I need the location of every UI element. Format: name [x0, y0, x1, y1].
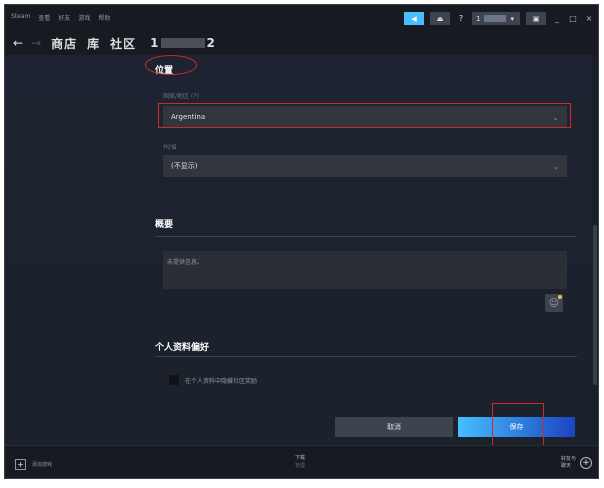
friends-label-line1: 好友与: [560, 456, 576, 462]
country-label: 国家/地区 (?): [163, 93, 199, 100]
screen-icon: ▣: [532, 14, 540, 23]
downloads-label: 下载: [295, 455, 306, 461]
nav-store[interactable]: 商店: [51, 35, 77, 52]
menu-item-steam[interactable]: Steam: [11, 13, 30, 22]
emoji-button[interactable]: ☺: [545, 294, 563, 312]
state-label: 州/省: [163, 144, 178, 151]
summary-divider: [155, 236, 577, 237]
username-suffix: 2: [206, 36, 215, 50]
downloads-sublabel: 管理: [295, 463, 306, 469]
big-picture-button[interactable]: ▣: [526, 12, 546, 25]
menu-item-help[interactable]: 帮助: [98, 13, 110, 22]
menu-bar: Steam 查看 好友 游戏 帮助: [11, 13, 110, 22]
help-button[interactable]: ?: [456, 14, 466, 23]
preferences-divider: [155, 356, 577, 357]
arrow-right-icon[interactable]: →: [31, 36, 41, 50]
account-name-redacted: [484, 15, 507, 22]
arrow-left-icon[interactable]: ←: [13, 36, 23, 50]
content-scrollbar[interactable]: [592, 55, 598, 445]
account-initial: 1: [476, 14, 481, 23]
plus-icon: +: [580, 457, 592, 469]
annotation-rect-save: [492, 403, 544, 449]
state-value: (不显示): [171, 162, 198, 170]
chevron-down-icon: ⌄: [552, 161, 559, 171]
summary-textarea[interactable]: 未提供信息。: [163, 251, 567, 289]
hide-awards-option[interactable]: 在个人资料中隐藏社区奖励: [169, 375, 257, 385]
annotation-rect-country: [158, 103, 571, 128]
downloads-button[interactable]: 下载 管理: [295, 454, 305, 470]
minimize-button[interactable]: _: [552, 14, 562, 23]
title-bar: Steam 查看 好友 游戏 帮助 ◀ ⏏ ? 1 ▾ ▣ _ □ ×: [5, 5, 598, 31]
megaphone-icon: ◀: [411, 14, 417, 23]
title-bar-controls: ◀ ⏏ ? 1 ▾ ▣ _ □ ×: [404, 12, 594, 25]
emoji-icon: ☺: [548, 297, 560, 309]
steam-window: Steam 查看 好友 游戏 帮助 ◀ ⏏ ? 1 ▾ ▣ _ □ × ← → …: [4, 4, 599, 479]
scrollbar-thumb[interactable]: [593, 225, 597, 385]
nav-username[interactable]: 1 2: [150, 36, 215, 50]
profile-edit-content: 位置 国家/地区 (?) Argentina ⌄ 州/省 (不显示) ⌄ 概要 …: [5, 55, 595, 449]
account-menu[interactable]: 1 ▾: [472, 12, 520, 25]
cancel-button[interactable]: 取消: [335, 417, 453, 437]
friends-chat-button[interactable]: 好友与 聊天 +: [561, 456, 592, 470]
menu-item-view[interactable]: 查看: [38, 13, 50, 22]
new-indicator-dot: [558, 295, 562, 299]
username-redacted: [160, 38, 205, 48]
plus-icon: +: [15, 459, 26, 470]
preferences-section-title: 个人资料偏好: [155, 343, 210, 353]
broadcast-button[interactable]: ◀: [404, 12, 424, 25]
hide-awards-label: 在个人资料中隐藏社区奖励: [185, 377, 258, 385]
bell-icon: ⏏: [436, 14, 444, 23]
state-select[interactable]: (不显示) ⌄: [163, 155, 567, 177]
add-game-button[interactable]: + 添加游戏: [15, 459, 52, 470]
nav-bar: ← → 商店 库 社区 1 2: [5, 31, 598, 55]
notifications-button[interactable]: ⏏: [430, 12, 450, 25]
hide-awards-checkbox[interactable]: [169, 375, 179, 385]
menu-item-games[interactable]: 游戏: [78, 13, 90, 22]
maximize-button[interactable]: □: [568, 14, 578, 23]
summary-section-title: 概要: [155, 220, 174, 230]
menu-item-friends[interactable]: 好友: [58, 13, 70, 22]
close-button[interactable]: ×: [584, 14, 594, 23]
add-game-label: 添加游戏: [32, 462, 53, 468]
chevron-down-icon: ▾: [510, 14, 514, 23]
nav-community[interactable]: 社区: [110, 35, 136, 52]
nav-library[interactable]: 库: [87, 35, 100, 52]
annotation-ellipse: [145, 55, 197, 75]
bottom-bar: + 添加游戏 下载 管理 好友与 聊天 +: [5, 445, 598, 478]
friends-label-line2: 聊天: [560, 463, 571, 469]
username-prefix: 1: [150, 36, 159, 50]
